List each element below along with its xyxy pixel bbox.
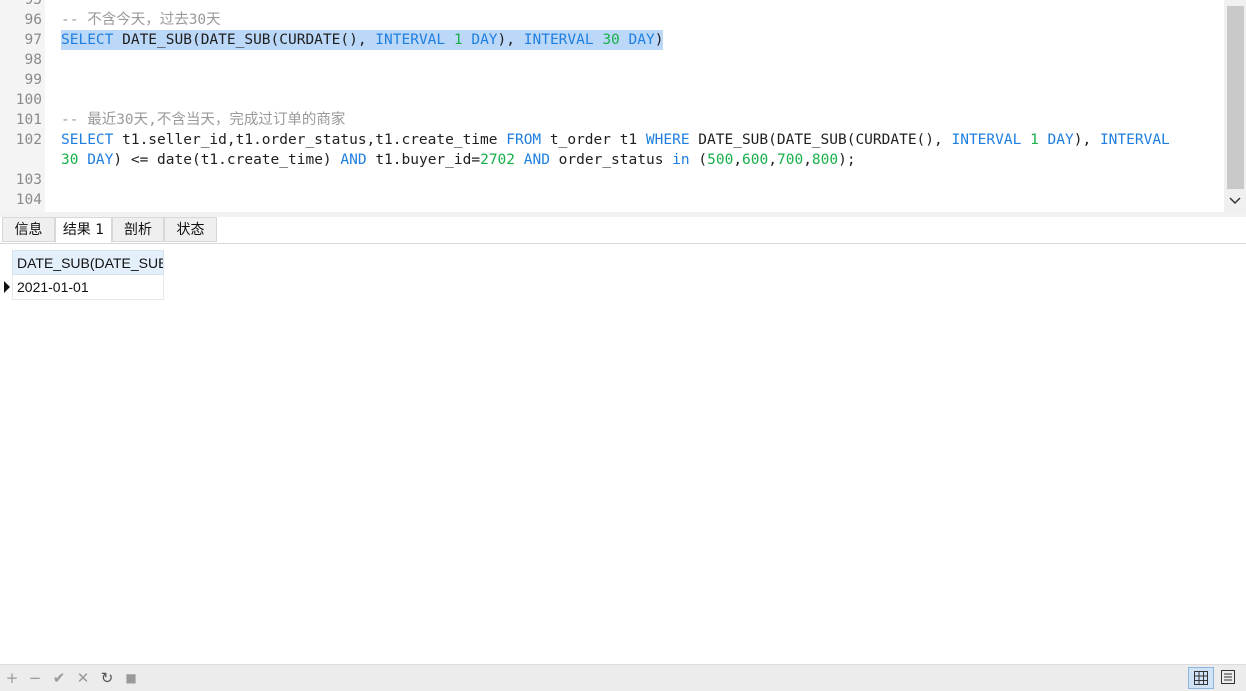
tab-status[interactable]: 状态 bbox=[164, 217, 217, 242]
delete-record-icon[interactable]: − bbox=[25, 668, 45, 688]
line-number: 99 bbox=[24, 72, 42, 88]
editor-line-98: 98 bbox=[0, 50, 1224, 70]
sql-comment: -- 最近30天,不含当天，完成过订单的商家 bbox=[61, 112, 346, 128]
editor-line-102: 102 SELECT t1.seller_id,t1.order_status,… bbox=[0, 130, 1224, 150]
line-number: 104 bbox=[15, 192, 42, 208]
apply-changes-icon[interactable]: ✔ bbox=[49, 668, 69, 688]
discard-changes-icon[interactable]: ✕ bbox=[73, 668, 93, 688]
sql-statement-continued[interactable]: 30 DAY) <= date(t1.create_time) AND t1.b… bbox=[61, 150, 856, 170]
table-cell[interactable]: 2021-01-01 bbox=[12, 275, 164, 300]
form-view-button[interactable] bbox=[1216, 667, 1242, 689]
editor-line-101: 101 -- 最近30天,不含当天，完成过订单的商家 bbox=[0, 110, 1224, 130]
tab-profile[interactable]: 剖析 bbox=[112, 217, 164, 242]
scrollbar-thumb[interactable] bbox=[1227, 6, 1244, 189]
line-number: 98 bbox=[24, 52, 42, 68]
editor-line-100: 100 bbox=[0, 90, 1224, 110]
selected-sql-statement[interactable]: SELECT DATE_SUB(DATE_SUB(CURDATE(), INTE… bbox=[61, 30, 664, 50]
editor-line-97: 97 SELECT DATE_SUB(DATE_SUB(CURDATE(), I… bbox=[0, 30, 1224, 50]
tab-info[interactable]: 信息 bbox=[2, 217, 55, 242]
tab-result-1[interactable]: 结果 1 bbox=[55, 217, 112, 243]
form-view-icon bbox=[1221, 670, 1235, 684]
grid-view-button[interactable] bbox=[1188, 667, 1214, 689]
editor-line-102-wrap: 30 DAY) <= date(t1.create_time) AND t1.b… bbox=[0, 150, 1224, 170]
add-record-icon[interactable]: + bbox=[2, 668, 22, 688]
editor-line-96: 96 -- 不含今天，过去30天 bbox=[0, 10, 1224, 30]
grid-view-icon bbox=[1194, 671, 1208, 685]
sql-comment: -- 不含今天，过去30天 bbox=[61, 12, 221, 28]
refresh-icon[interactable]: ↻ bbox=[97, 668, 117, 688]
line-number: 97 bbox=[24, 32, 42, 48]
sql-editor[interactable]: 95 96 -- 不含今天，过去30天 97 SELECT DATE_SUB(D… bbox=[0, 0, 1246, 212]
line-number: 96 bbox=[24, 12, 42, 28]
line-number: 102 bbox=[15, 132, 42, 148]
sql-statement[interactable]: SELECT t1.seller_id,t1.order_status,t1.c… bbox=[61, 130, 1170, 150]
line-number: 101 bbox=[15, 112, 42, 128]
editor-vertical-scrollbar[interactable] bbox=[1224, 0, 1246, 212]
result-tabs: 信息 结果 1 剖析 状态 bbox=[0, 217, 1246, 244]
stop-icon[interactable]: ■ bbox=[121, 668, 141, 688]
bottom-toolbar: + − ✔ ✕ ↻ ■ bbox=[0, 664, 1246, 691]
column-header[interactable]: DATE_SUB(DATE_SUB(CURDATE(), INTERVAL 1 … bbox=[12, 250, 164, 275]
line-number: 103 bbox=[15, 172, 42, 188]
line-number: 95 bbox=[24, 0, 42, 8]
scroll-down-arrow-icon[interactable] bbox=[1228, 195, 1242, 209]
current-row-arrow-icon bbox=[4, 281, 10, 293]
line-number: 100 bbox=[15, 92, 42, 108]
editor-line-95: 95 bbox=[0, 0, 1224, 10]
editor-line-99: 99 bbox=[0, 70, 1224, 90]
editor-line-104: 104 bbox=[0, 190, 1224, 210]
editor-line-103: 103 bbox=[0, 170, 1224, 190]
